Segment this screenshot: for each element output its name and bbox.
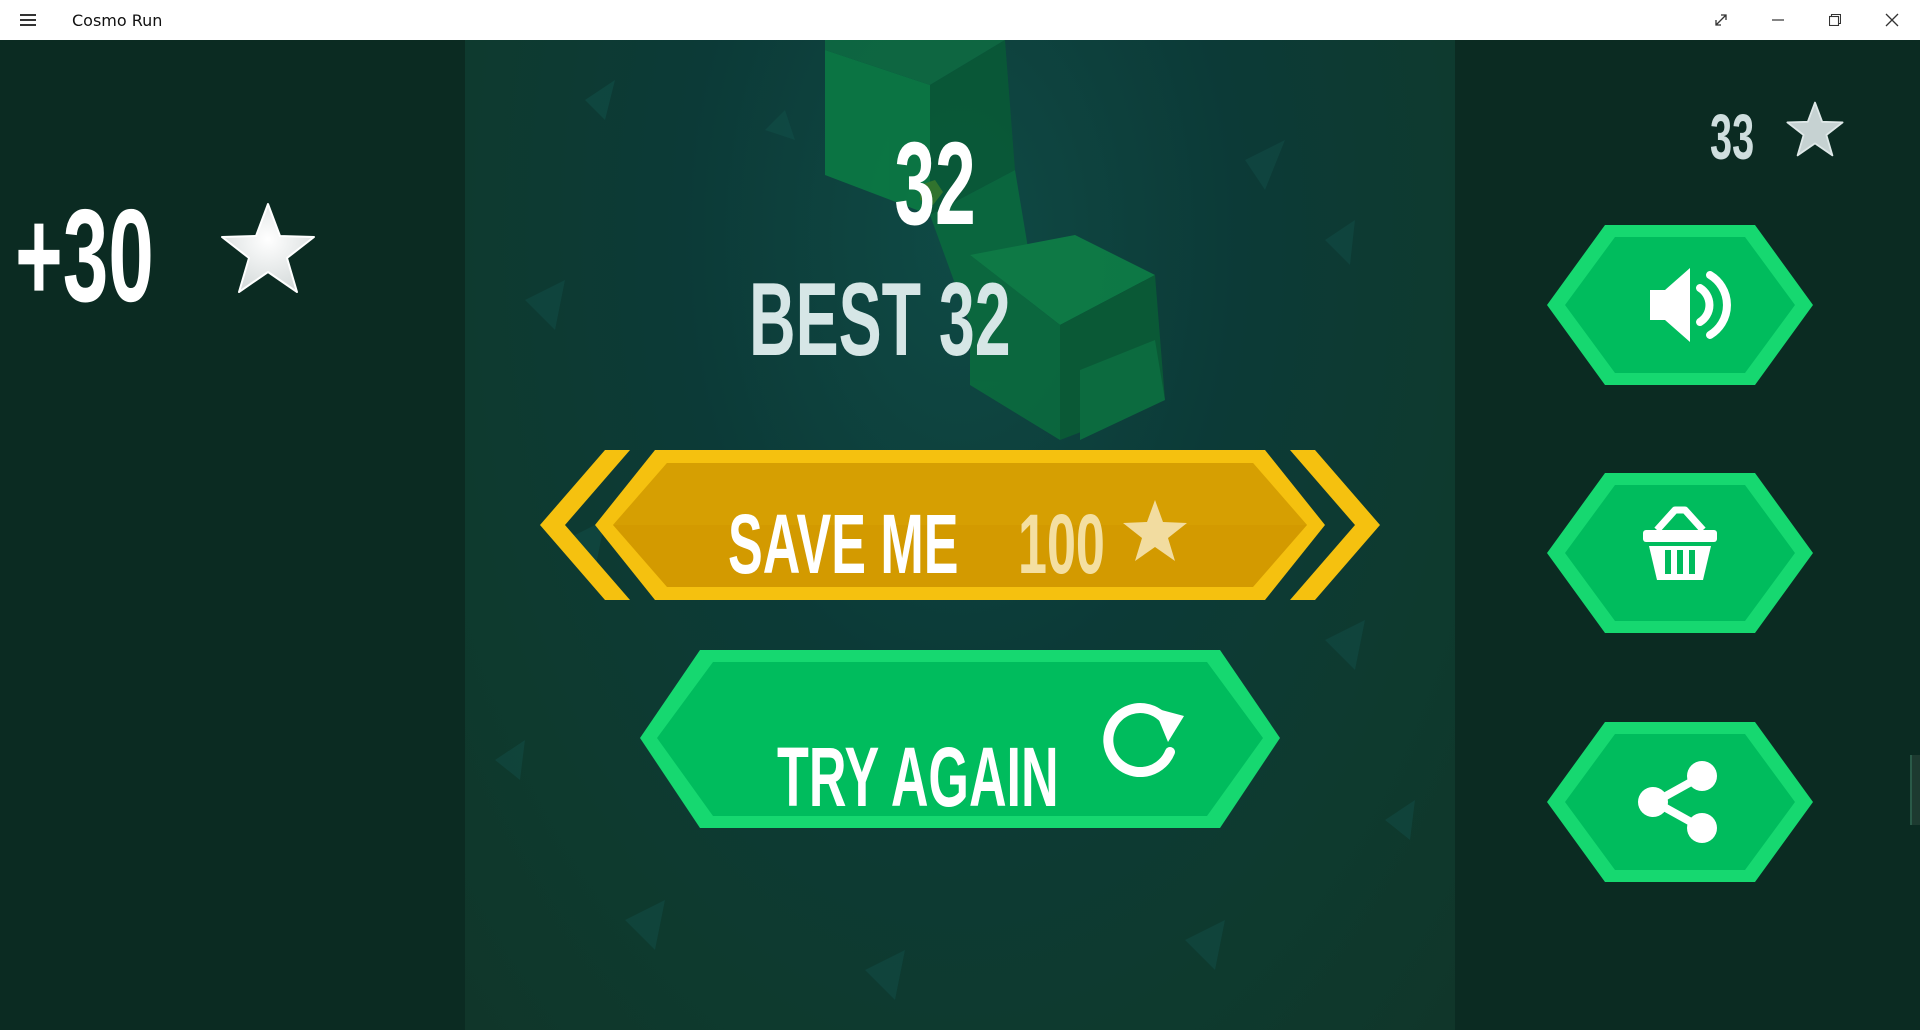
save-me-label: SAVE ME: [728, 497, 959, 591]
game-area[interactable]: +30 32 BEST 32 33 SAVE ME 100 TRY AGAIN: [0, 40, 1920, 1030]
shop-button[interactable]: [1545, 468, 1815, 638]
restore-button[interactable]: [1806, 0, 1863, 40]
minimize-button[interactable]: [1749, 0, 1806, 40]
window-controls: [1692, 0, 1920, 40]
hamburger-menu-button[interactable]: [0, 0, 56, 40]
expand-icon: [1714, 14, 1727, 26]
current-score: 32: [894, 118, 976, 250]
title-bar: Cosmo Run: [0, 0, 1920, 41]
share-button[interactable]: [1545, 717, 1815, 887]
hamburger-icon: [20, 14, 36, 26]
save-me-button[interactable]: [535, 405, 1385, 605]
fullscreen-button[interactable]: [1692, 0, 1749, 40]
best-score: BEST 32: [749, 262, 1011, 378]
star-icon: [1786, 101, 1844, 157]
close-button[interactable]: [1863, 0, 1920, 40]
edge-indicator: [1910, 755, 1920, 825]
earned-stars-value: +30: [15, 182, 154, 329]
earned-stars-display: +30: [15, 182, 215, 329]
close-icon: [1885, 13, 1898, 27]
save-me-cost: 100: [1018, 497, 1105, 591]
stars-total: 33: [1710, 101, 1755, 173]
star-icon: [221, 203, 315, 293]
try-again-label: TRY AGAIN: [777, 730, 1059, 824]
restore-icon: [1828, 14, 1841, 26]
minimize-icon: [1771, 19, 1784, 21]
sound-button[interactable]: [1545, 220, 1815, 390]
window-title: Cosmo Run: [72, 10, 163, 30]
